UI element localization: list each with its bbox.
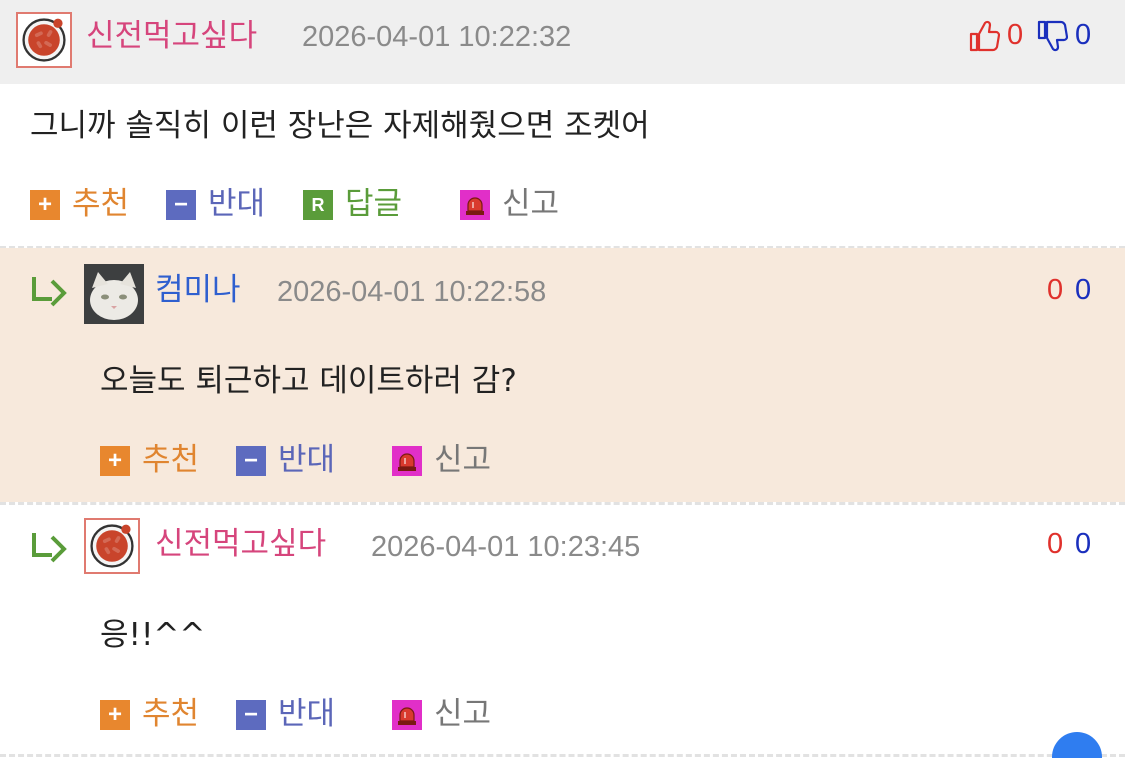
oppose-button[interactable]: − 반대 (166, 184, 286, 224)
minus-icon: − (236, 446, 266, 476)
recommend-label: 추천 (142, 696, 200, 732)
oppose-button[interactable]: − 반대 (236, 440, 356, 480)
reply-body: 응!!^^ (100, 617, 206, 653)
reply-nickname[interactable]: 신전먹고싶다 (155, 524, 326, 564)
reply-timestamp: 2026-04-01 10:23:45 (371, 531, 641, 563)
report-button[interactable]: 신고 (460, 184, 580, 224)
reply-nickname[interactable]: 컴미나 (155, 270, 241, 310)
plus-icon: + (100, 446, 130, 476)
comment-timestamp: 2026-04-01 10:22:32 (302, 21, 572, 53)
floating-action-button[interactable] (1052, 732, 1102, 758)
recommend-button[interactable]: + 추천 (100, 694, 220, 734)
report-label: 신고 (434, 696, 492, 732)
recommend-label: 추천 (142, 442, 200, 478)
recommend-label: 추천 (72, 186, 130, 222)
comment-thread: 신전먹고싶다 2026-04-01 10:22:32 0 0 그니까 솔직히 이… (0, 0, 1125, 758)
recommend-button[interactable]: + 추천 (30, 184, 150, 224)
minus-icon: − (236, 700, 266, 730)
siren-icon (392, 446, 422, 476)
reply-upvote-count[interactable]: 0 (1047, 524, 1063, 564)
report-button[interactable]: 신고 (392, 440, 512, 480)
comment-header: 신전먹고싶다 2026-04-01 10:22:32 0 0 (0, 0, 1125, 84)
recommend-button[interactable]: + 추천 (100, 440, 220, 480)
plus-icon: + (100, 700, 130, 730)
reply-arrow-icon (30, 530, 70, 564)
comment-body: 그니까 솔직히 이런 장난은 자제해줬으면 조켓어 (30, 108, 650, 144)
tteokbokki-avatar-icon[interactable] (16, 12, 72, 68)
reply-downvote-count[interactable]: 0 (1075, 270, 1091, 310)
cat-avatar[interactable] (84, 264, 144, 324)
reply-arrow-icon (30, 274, 70, 308)
reply-upvote-count[interactable]: 0 (1047, 270, 1063, 310)
report-label: 신고 (434, 442, 492, 478)
oppose-label: 반대 (208, 186, 266, 222)
reply-timestamp: 2026-04-01 10:22:58 (277, 276, 547, 308)
divider (0, 754, 1125, 757)
siren-icon (392, 700, 422, 730)
divider (0, 502, 1125, 505)
oppose-button[interactable]: − 반대 (236, 694, 356, 734)
reply-downvote-count[interactable]: 0 (1075, 524, 1091, 564)
thumbs-down-icon[interactable] (1036, 19, 1068, 53)
plus-icon: + (30, 190, 60, 220)
reply-body: 오늘도 퇴근하고 데이트하러 감? (100, 363, 517, 399)
tteokbokki-avatar-icon[interactable] (84, 518, 140, 574)
reply-r-icon: R (303, 190, 333, 220)
report-label: 신고 (502, 186, 560, 222)
reply-label: 답글 (345, 186, 403, 222)
oppose-label: 반대 (278, 442, 336, 478)
thumbs-up-icon[interactable] (968, 19, 1000, 53)
comment-nickname[interactable]: 신전먹고싶다 (86, 16, 257, 56)
minus-icon: − (166, 190, 196, 220)
reply-button[interactable]: R 답글 (303, 184, 423, 224)
comment-downvote-count: 0 (1075, 19, 1092, 51)
siren-icon (460, 190, 490, 220)
report-button[interactable]: 신고 (392, 694, 512, 734)
comment-upvote-count: 0 (1007, 19, 1024, 51)
oppose-label: 반대 (278, 696, 336, 732)
